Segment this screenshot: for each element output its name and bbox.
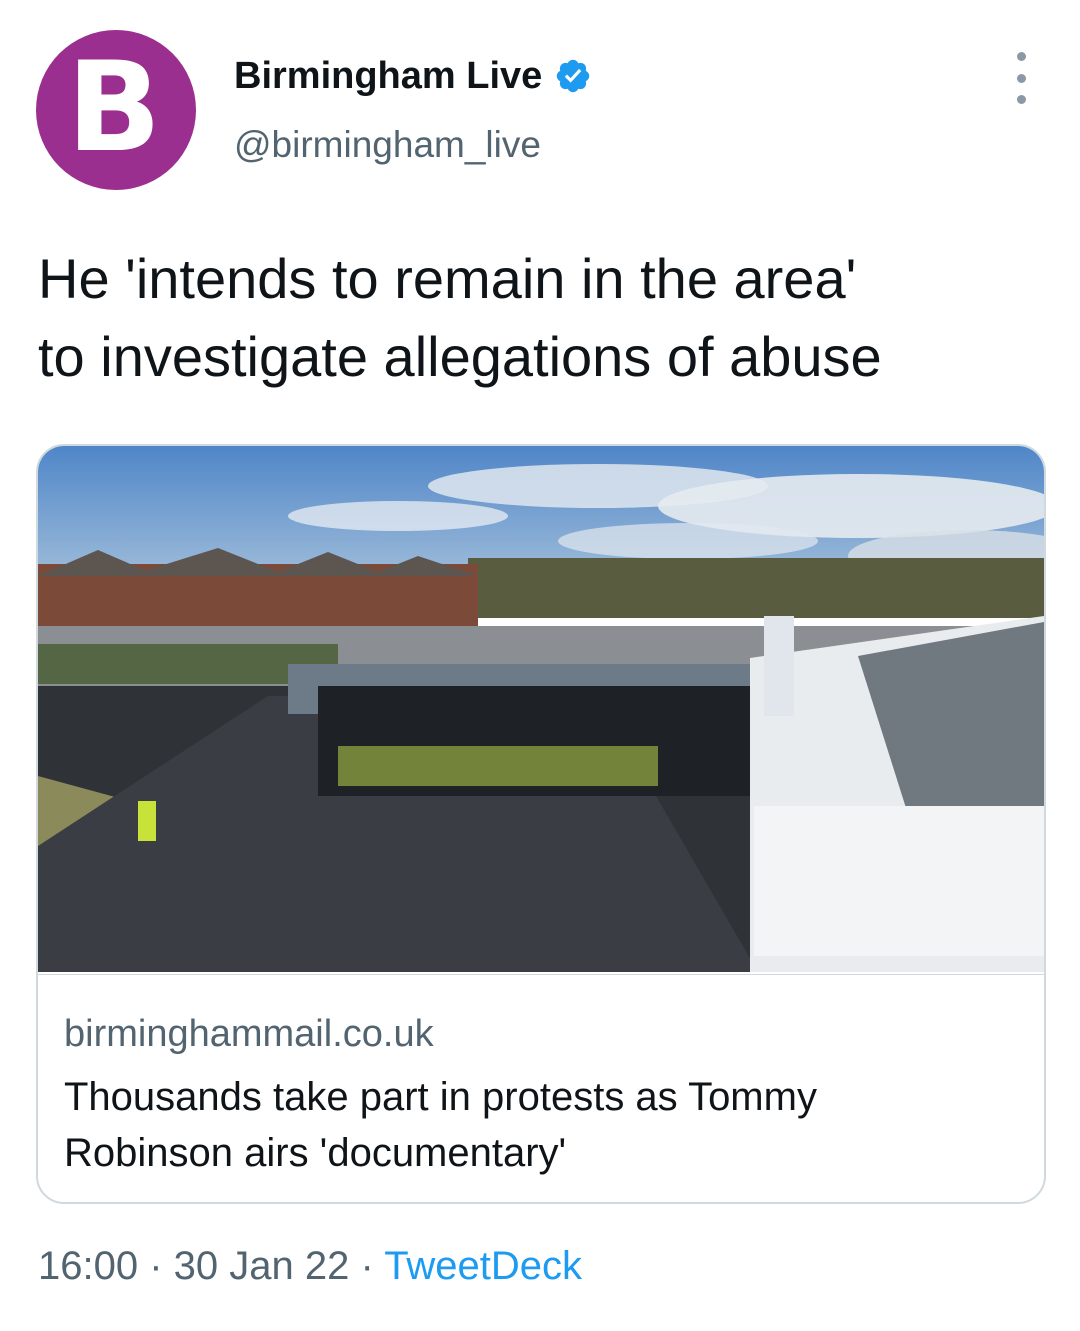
author-handle[interactable]: @birmingham_live bbox=[234, 124, 541, 166]
card-title-line: Thousands take part in protests as Tommy bbox=[64, 1075, 817, 1119]
meta-separator: · bbox=[138, 1244, 174, 1288]
tweet-text-line: to investigate allegations of abuse bbox=[38, 325, 882, 388]
card-domain: birminghammail.co.uk bbox=[64, 1013, 434, 1055]
more-dot bbox=[1016, 95, 1026, 104]
tweet-metadata: 16:00 · 30 Jan 22 · TweetDeck bbox=[38, 1244, 582, 1289]
verified-badge-icon bbox=[557, 59, 590, 93]
avatar-logo-letter: B bbox=[66, 36, 162, 180]
more-dot bbox=[1016, 73, 1026, 83]
card-title: Thousands take part in protests as Tommy… bbox=[64, 1069, 1004, 1181]
card-title-line: Robinson airs 'documentary' bbox=[64, 1131, 567, 1175]
tweet-date[interactable]: 30 Jan 22 bbox=[174, 1244, 350, 1288]
card-image[interactable] bbox=[38, 446, 1044, 972]
more-dot bbox=[1016, 52, 1026, 61]
tweet-text-line: He 'intends to remain in the area' bbox=[38, 247, 857, 310]
tweet-source-link[interactable]: TweetDeck bbox=[384, 1244, 582, 1288]
card-text-area[interactable]: birminghammail.co.uk Thousands take part… bbox=[38, 974, 1044, 1202]
meta-separator: · bbox=[349, 1244, 385, 1288]
display-name[interactable]: Birmingham Live bbox=[234, 55, 542, 98]
link-preview-card[interactable]: birminghammail.co.uk Thousands take part… bbox=[36, 444, 1046, 1204]
tweet-time[interactable]: 16:00 bbox=[38, 1244, 138, 1288]
more-options-icon[interactable] bbox=[1004, 52, 1038, 104]
tweet-text: He 'intends to remain in the area' to in… bbox=[38, 240, 1058, 396]
avatar[interactable]: B bbox=[36, 30, 196, 190]
author-name-row: Birmingham Live bbox=[234, 52, 592, 100]
